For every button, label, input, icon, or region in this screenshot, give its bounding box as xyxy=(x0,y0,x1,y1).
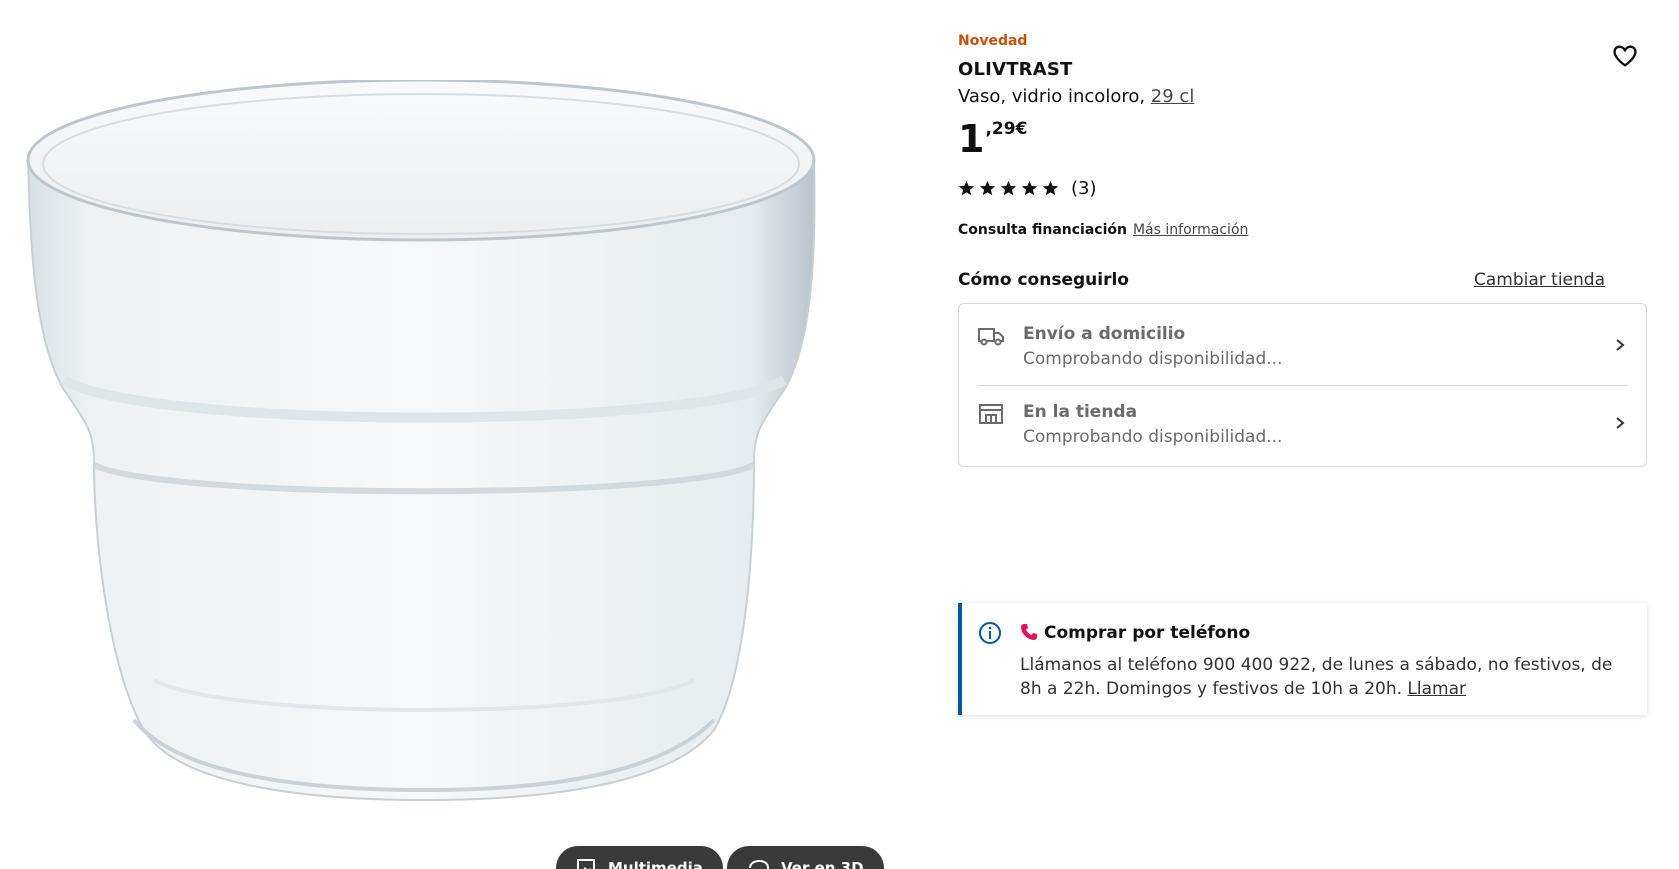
favorite-heart-icon[interactable] xyxy=(1611,42,1639,70)
phone-order-body: Llámanos al teléfono 900 400 922, de lun… xyxy=(1020,655,1613,699)
multimedia-button[interactable]: Multimedia xyxy=(556,846,723,869)
product-price: 1 ,29€ xyxy=(958,116,1027,162)
store-icon xyxy=(979,404,1003,424)
product-description-text: Vaso, vidrio incoloro, xyxy=(958,86,1151,107)
star-icon xyxy=(958,180,975,196)
availability-box: Envío a domicilio Comprobando disponibil… xyxy=(958,303,1647,467)
in-store-status: Comprobando disponibilidad... xyxy=(1023,427,1283,447)
truck-icon xyxy=(978,328,1004,346)
product-description: Vaso, vidrio incoloro, 29 cl xyxy=(958,86,1194,107)
in-store-title: En la tienda xyxy=(1023,402,1138,422)
financing-more-info-link[interactable]: Más información xyxy=(1133,222,1248,238)
phone-icon xyxy=(1021,624,1037,640)
how-to-get-title: Cómo conseguirlo xyxy=(958,270,1129,290)
view-3d-button[interactable]: Ver en 3D xyxy=(727,846,884,869)
multimedia-label: Multimedia xyxy=(608,859,703,869)
star-icon xyxy=(1042,180,1059,196)
new-badge: Novedad xyxy=(958,33,1028,49)
info-icon xyxy=(979,622,1001,644)
view-3d-label: Ver en 3D xyxy=(781,859,864,869)
phone-order-title: Comprar por teléfono xyxy=(1044,623,1251,643)
gallery-icon xyxy=(577,859,595,869)
product-name: OLIVTRAST xyxy=(958,59,1073,80)
phone-order-banner: Comprar por teléfono Llámanos al teléfon… xyxy=(958,603,1647,715)
star-icon xyxy=(1021,180,1038,196)
in-store-option[interactable]: En la tienda Comprobando disponibilidad.… xyxy=(959,382,1646,460)
product-image-area[interactable]: Multimedia Ver en 3D xyxy=(0,0,900,869)
chevron-right-icon xyxy=(1616,417,1625,429)
home-delivery-title: Envío a domicilio xyxy=(1023,324,1186,344)
price-integer: 1 xyxy=(958,117,985,161)
rotate-3d-icon xyxy=(749,859,770,869)
phone-order-text: Llámanos al teléfono 900 400 922, de lun… xyxy=(1020,653,1620,701)
star-icon xyxy=(1000,180,1017,196)
product-rating[interactable]: (3) xyxy=(958,178,1097,199)
product-image-glass xyxy=(26,80,816,802)
financing-label: Consulta financiación xyxy=(958,222,1127,238)
home-delivery-option[interactable]: Envío a domicilio Comprobando disponibil… xyxy=(959,304,1646,382)
price-decimal: ,29€ xyxy=(985,119,1028,139)
home-delivery-status: Comprobando disponibilidad... xyxy=(1023,349,1283,369)
rating-count: (3) xyxy=(1071,178,1097,199)
star-icon xyxy=(979,180,996,196)
call-link[interactable]: Llamar xyxy=(1407,679,1466,699)
product-size-link[interactable]: 29 cl xyxy=(1151,86,1195,107)
chevron-right-icon xyxy=(1616,339,1625,351)
financing-row: Consulta financiación Más información xyxy=(958,222,1248,238)
change-store-link[interactable]: Cambiar tienda xyxy=(1474,270,1605,290)
